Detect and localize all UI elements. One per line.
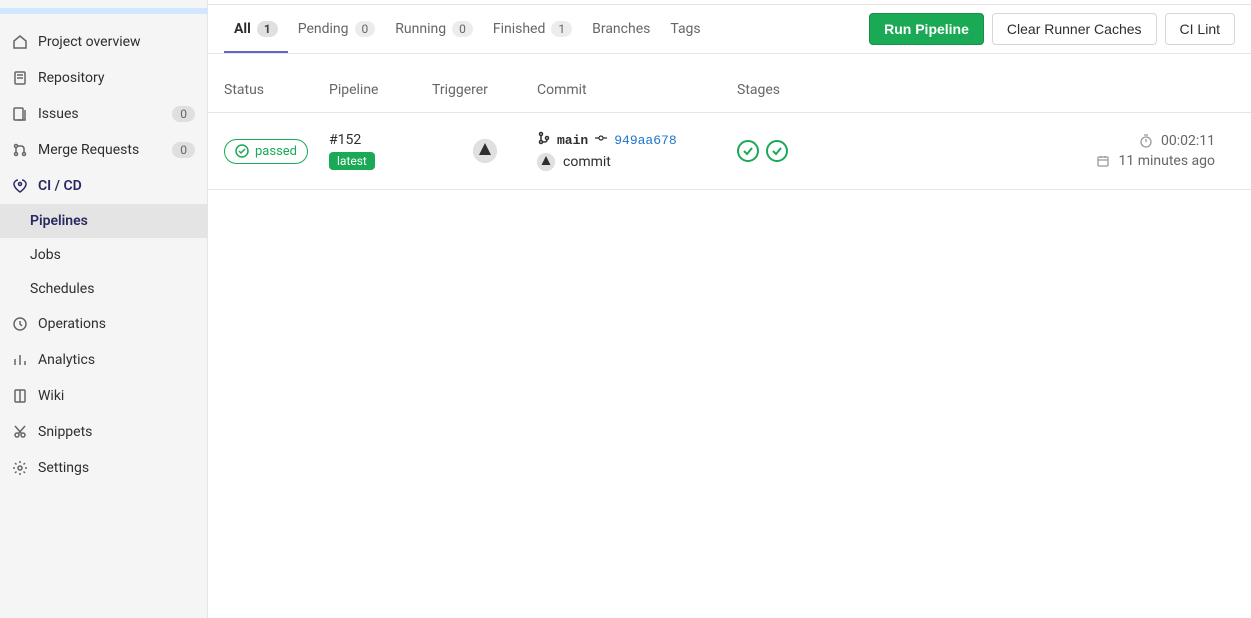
tab-running[interactable]: Running 0 [385, 7, 483, 53]
cell-stages [737, 140, 887, 162]
commit-author-avatar[interactable] [537, 153, 555, 171]
action-buttons: Run Pipeline Clear Runner Caches CI Lint [869, 5, 1235, 53]
issues-icon [12, 106, 28, 122]
ci-lint-button[interactable]: CI Lint [1165, 13, 1235, 45]
sidebar-item-settings[interactable]: Settings [0, 450, 207, 486]
sidebar-label: Issues [38, 106, 172, 122]
col-status: Status [224, 82, 329, 98]
sidebar-item-snippets[interactable]: Snippets [0, 414, 207, 450]
finished-text: 11 minutes ago [1118, 153, 1215, 169]
issues-count-badge: 0 [172, 106, 195, 122]
sidebar-item-analytics[interactable]: Analytics [0, 342, 207, 378]
tab-label: Pending [298, 21, 349, 37]
sidebar-label: Settings [38, 460, 195, 476]
col-commit: Commit [537, 82, 737, 98]
mr-count-badge: 0 [172, 142, 195, 158]
stage-1-passed[interactable] [737, 140, 759, 162]
book-icon [12, 388, 28, 404]
tab-finished[interactable]: Finished 1 [483, 7, 582, 53]
sidebar-item-wiki[interactable]: Wiki [0, 378, 207, 414]
duration-line: 00:02:11 [887, 133, 1215, 149]
stage-2-passed[interactable] [766, 140, 788, 162]
sidebar: Project overview Repository Issues 0 Mer… [0, 0, 208, 618]
sidebar-label: Repository [38, 70, 195, 86]
check-circle-icon [235, 144, 249, 158]
cell-triggerer [432, 139, 537, 163]
tab-label: All [234, 21, 251, 37]
tab-tags[interactable]: Tags [660, 7, 710, 53]
sidebar-label: Merge Requests [38, 142, 172, 158]
sidebar-label: CI / CD [38, 178, 195, 194]
latest-pill: latest [329, 152, 375, 170]
sidebar-top-highlight [0, 8, 207, 14]
status-text: passed [255, 144, 297, 159]
rocket-icon [12, 178, 28, 194]
cell-status: passed [224, 139, 329, 164]
gear-icon [12, 460, 28, 476]
tab-label: Running [395, 21, 446, 37]
sidebar-item-ci-cd[interactable]: CI / CD [0, 168, 207, 204]
home-icon [12, 34, 28, 50]
run-pipeline-button[interactable]: Run Pipeline [869, 13, 984, 45]
duration-text: 00:02:11 [1161, 133, 1215, 149]
sidebar-item-operations[interactable]: Operations [0, 306, 207, 342]
pipeline-row: passed #152 latest main 949aa678 [208, 113, 1251, 190]
tab-count: 1 [551, 21, 572, 37]
main-content: All 1 Pending 0 Running 0 Finished 1 Bra… [208, 0, 1251, 618]
pipeline-id-link[interactable]: #152 [329, 132, 432, 148]
cell-pipeline: #152 latest [329, 132, 432, 170]
clear-runner-caches-button[interactable]: Clear Runner Caches [992, 13, 1157, 45]
sidebar-label: Snippets [38, 424, 195, 440]
sidebar-item-repository[interactable]: Repository [0, 60, 207, 96]
sidebar-label: Wiki [38, 388, 195, 404]
commit-branch-line: main 949aa678 [537, 131, 737, 149]
chart-icon [12, 352, 28, 368]
tab-count: 0 [452, 21, 473, 37]
branch-icon [537, 131, 551, 149]
tab-branches[interactable]: Branches [582, 7, 660, 53]
col-time [887, 82, 1235, 98]
sidebar-label: Analytics [38, 352, 195, 368]
tab-label: Tags [670, 21, 700, 37]
col-pipeline: Pipeline [329, 82, 432, 98]
sidebar-item-merge-requests[interactable]: Merge Requests 0 [0, 132, 207, 168]
tab-bar: All 1 Pending 0 Running 0 Finished 1 Bra… [208, 4, 1251, 54]
commit-icon [594, 131, 608, 149]
sidebar-label: Project overview [38, 34, 195, 50]
branch-name[interactable]: main [557, 133, 588, 148]
operations-icon [12, 316, 28, 332]
tab-pending[interactable]: Pending 0 [288, 7, 386, 53]
stopwatch-icon [1139, 134, 1153, 148]
file-icon [12, 70, 28, 86]
calendar-icon [1096, 154, 1110, 168]
scissors-icon [12, 424, 28, 440]
tab-count: 0 [355, 21, 376, 37]
tab-label: Branches [592, 21, 650, 37]
commit-message-line: commit [537, 153, 737, 171]
tab-count: 1 [257, 21, 278, 37]
col-stages: Stages [737, 82, 887, 98]
tab-label: Finished [493, 21, 546, 37]
commit-sha-link[interactable]: 949aa678 [614, 133, 676, 148]
sidebar-sub-pipelines[interactable]: Pipelines [0, 204, 207, 238]
triggerer-avatar[interactable] [473, 139, 497, 163]
sidebar-item-issues[interactable]: Issues 0 [0, 96, 207, 132]
sidebar-sub-jobs[interactable]: Jobs [0, 238, 207, 272]
pipeline-table-header: Status Pipeline Triggerer Commit Stages [208, 66, 1251, 113]
commit-message[interactable]: commit [563, 154, 611, 170]
tabs: All 1 Pending 0 Running 0 Finished 1 Bra… [224, 7, 869, 52]
sidebar-label: Operations [38, 316, 195, 332]
merge-icon [12, 142, 28, 158]
finished-line: 11 minutes ago [887, 153, 1215, 169]
tab-all[interactable]: All 1 [224, 7, 288, 53]
cell-commit: main 949aa678 commit [537, 131, 737, 171]
status-badge-passed[interactable]: passed [224, 139, 308, 164]
sidebar-sub-schedules[interactable]: Schedules [0, 272, 207, 306]
sidebar-item-project-overview[interactable]: Project overview [0, 24, 207, 60]
cell-timing: 00:02:11 11 minutes ago [887, 133, 1235, 169]
col-triggerer: Triggerer [432, 82, 537, 98]
